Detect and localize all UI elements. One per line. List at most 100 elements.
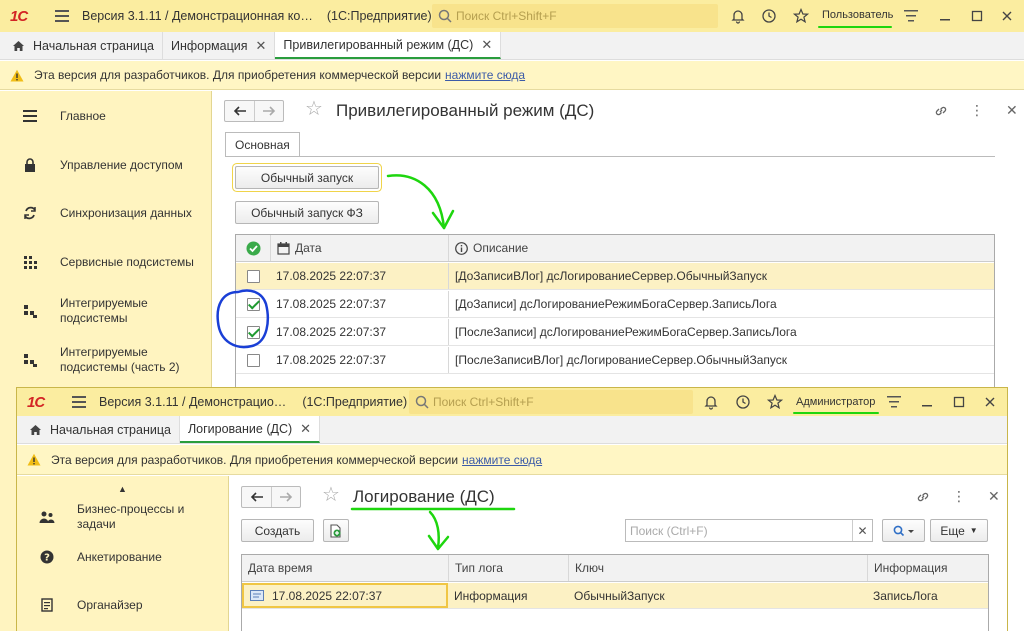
history-button[interactable] <box>730 388 756 416</box>
link-icon[interactable] <box>934 104 948 118</box>
row-checkbox[interactable] <box>246 353 260 367</box>
tab-label: Начальная страница <box>33 38 154 53</box>
notifications-button[interactable] <box>698 388 724 416</box>
table-row[interactable]: 17.08.2025 22:07:37 [ПослеЗаписиВЛог] дс… <box>236 347 994 374</box>
more-vertical-icon[interactable]: ⋮ <box>952 488 966 505</box>
sidebar-item-surveys[interactable]: ? Анкетирование <box>17 546 228 568</box>
tab-information[interactable]: Информация ✕ <box>163 32 276 59</box>
sidebar-item-data-sync[interactable]: Синхронизация данных <box>0 202 211 224</box>
buy-link[interactable]: нажмите сюда <box>445 68 525 82</box>
minimize-button[interactable] <box>932 0 958 32</box>
more-vertical-icon[interactable]: ⋮ <box>970 102 984 119</box>
tab-home[interactable]: Начальная страница <box>0 32 163 59</box>
bell-icon <box>731 10 745 24</box>
notifications-button[interactable] <box>725 0 751 32</box>
favorites-button[interactable] <box>762 388 788 416</box>
back-button[interactable] <box>242 487 271 507</box>
app-name: (1С:Предприятие) <box>326 9 432 23</box>
tab-label: Логирование (ДС) <box>187 421 293 436</box>
record-icon <box>250 590 264 601</box>
add-document-icon <box>330 523 341 538</box>
minimize-icon <box>940 19 950 21</box>
tab-logging[interactable]: Логирование (ДС) ✕ <box>179 416 321 443</box>
forward-button[interactable] <box>271 487 300 507</box>
column-information[interactable]: Информация <box>867 555 988 581</box>
column-date[interactable]: Дата <box>270 235 448 261</box>
sync-icon <box>24 206 36 220</box>
create-copy-button[interactable] <box>323 519 349 542</box>
search-options-button[interactable] <box>882 519 925 542</box>
favorite-star-icon[interactable]: ☆ <box>305 99 323 119</box>
link-icon[interactable] <box>916 490 930 504</box>
close-icon <box>1002 11 1012 21</box>
row-checkbox[interactable] <box>246 325 260 339</box>
favorite-star-icon[interactable]: ☆ <box>322 485 340 505</box>
favorites-button[interactable] <box>788 0 814 32</box>
arrow-right-icon <box>263 106 276 116</box>
maximize-button[interactable] <box>964 0 990 32</box>
run-normal-button[interactable]: Обычный запуск <box>235 166 379 189</box>
back-button[interactable] <box>225 101 254 121</box>
table-row[interactable]: 17.08.2025 22:07:37 [ДоЗаписи] дсЛогиров… <box>236 291 994 318</box>
table-row[interactable]: 17.08.2025 22:07:37 Информация ОбычныйЗа… <box>242 583 988 609</box>
history-button[interactable] <box>756 0 782 32</box>
scroll-up-icon[interactable]: ▲ <box>17 484 228 494</box>
current-user[interactable]: Администратор <box>796 396 875 408</box>
close-window-button[interactable] <box>977 388 1003 416</box>
close-form-icon[interactable]: ✕ <box>988 488 1000 505</box>
column-datetime[interactable]: Дата время <box>242 555 448 581</box>
tab-home[interactable]: Начальная страница <box>17 416 180 443</box>
sidebar-item-service-subsystems[interactable]: Сервисные подсистемы <box>0 251 211 273</box>
navigation-buttons <box>224 100 284 122</box>
forward-button[interactable] <box>254 101 283 121</box>
column-description[interactable]: Описание <box>448 235 994 261</box>
sidebar-item-integrated-subsystems[interactable]: Интегрируемые подсистемы <box>0 294 211 328</box>
close-window-button[interactable] <box>994 0 1020 32</box>
sidebar-item-organizer[interactable]: Органайзер <box>17 594 228 616</box>
row-description: [ДоЗаписиВЛог] дсЛогированиеСервер.Обычн… <box>448 263 767 289</box>
sidebar-item-business-processes[interactable]: Бизнес-процессы и задачи <box>17 500 228 534</box>
more-button[interactable]: Еще ▼ <box>930 519 988 542</box>
row-datetime-cell[interactable]: 17.08.2025 22:07:37 <box>242 583 448 608</box>
column-key[interactable]: Ключ <box>568 555 867 581</box>
global-search-input[interactable]: Поиск Ctrl+Shift+F <box>432 4 718 28</box>
search-icon <box>438 9 452 23</box>
minimize-button[interactable] <box>914 388 940 416</box>
close-form-icon[interactable]: ✕ <box>1006 102 1018 119</box>
developer-warning-bar: Эта версия для разработчиков. Для приобр… <box>17 445 1007 475</box>
close-tab-icon[interactable]: ✕ <box>300 421 311 437</box>
sidebar-item-label: Синхронизация данных <box>60 205 192 220</box>
list-search-input[interactable]: Поиск (Ctrl+F) ✕ <box>625 519 873 542</box>
user-annotation-underline <box>793 412 879 414</box>
buy-link[interactable]: нажмите сюда <box>462 453 542 467</box>
maximize-button[interactable] <box>946 388 972 416</box>
global-search-input[interactable]: Поиск Ctrl+Shift+F <box>409 390 693 414</box>
table-header: Дата время Тип лога Ключ Информация <box>242 555 988 582</box>
column-log-type[interactable]: Тип лога <box>448 555 568 581</box>
row-checkbox[interactable] <box>246 297 260 311</box>
menu-lines-icon <box>887 396 901 408</box>
current-user[interactable]: Пользователь <box>822 9 893 21</box>
star-icon <box>767 394 783 410</box>
sidebar-item-integrated-subsystems-2[interactable]: Интегрируемые подсистемы (часть 2) <box>0 343 211 377</box>
table-row[interactable]: 17.08.2025 22:07:37 [ДоЗаписиВЛог] дсЛог… <box>236 263 994 290</box>
create-button[interactable]: Создать <box>241 519 314 542</box>
tab-privileged-mode[interactable]: Привилегированный режим (ДС) ✕ <box>275 32 502 59</box>
window-title: Версия 3.1.11 / Демонстрацио… <box>99 395 287 409</box>
close-tab-icon[interactable]: ✕ <box>256 38 267 54</box>
row-date: 17.08.2025 22:07:37 <box>276 297 387 311</box>
run-normal-fz-button[interactable]: Обычный запуск ФЗ <box>235 201 379 224</box>
close-tab-icon[interactable]: ✕ <box>481 37 492 53</box>
sidebar-item-access-control[interactable]: Управление доступом <box>0 154 211 176</box>
maximize-icon <box>971 10 983 22</box>
form-title: Привилегированный режим (ДС) <box>336 101 595 120</box>
row-checkbox[interactable] <box>246 269 260 283</box>
page-tab-main[interactable]: Основная <box>225 132 300 156</box>
main-menu-button[interactable] <box>65 396 93 408</box>
sidebar-item-main[interactable]: Главное <box>0 105 211 127</box>
clear-search-icon[interactable]: ✕ <box>852 520 872 541</box>
settings-menu-button[interactable] <box>881 388 907 416</box>
table-row[interactable]: 17.08.2025 22:07:37 [ПослеЗаписи] дсЛоги… <box>236 319 994 346</box>
main-menu-button[interactable] <box>48 10 76 22</box>
settings-menu-button[interactable] <box>898 0 924 32</box>
